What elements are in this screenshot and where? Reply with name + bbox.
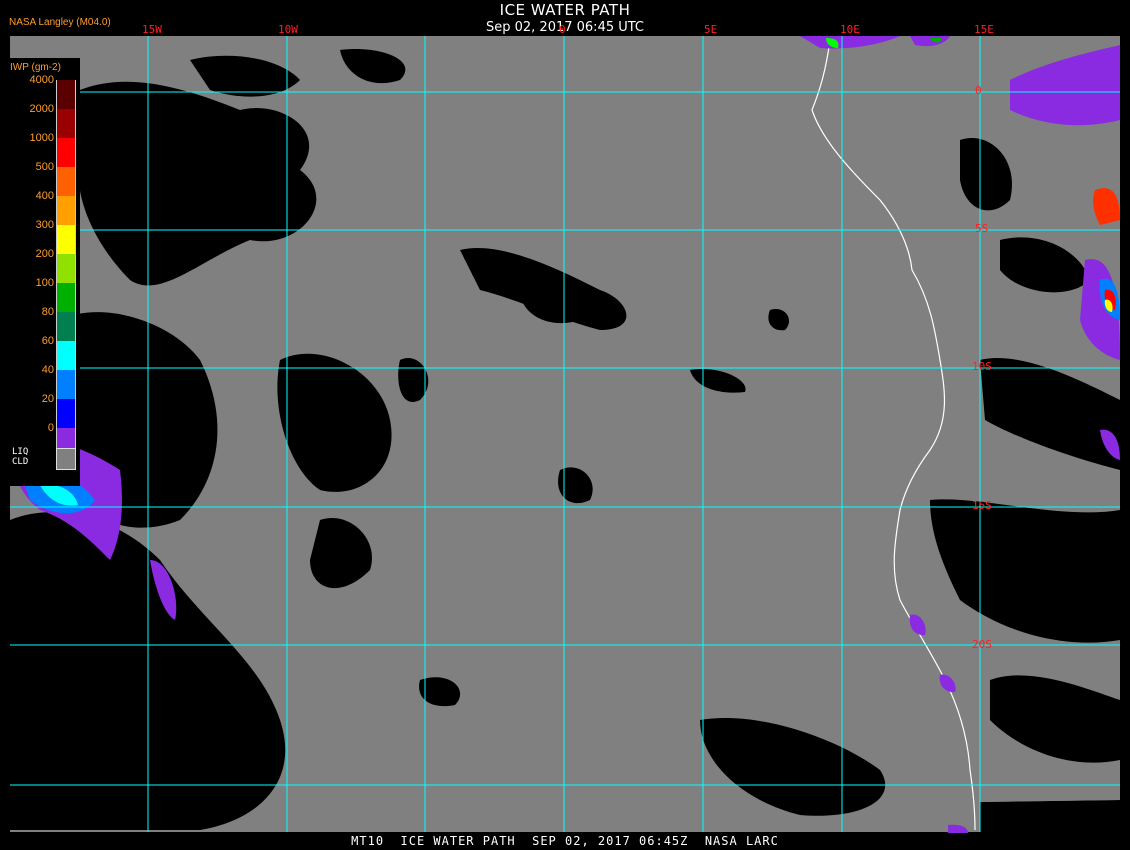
legend-unit: IWP (gm-2): [10, 62, 61, 73]
legend-swatch-2000: [56, 109, 76, 138]
legend-swatch-80: [56, 312, 76, 341]
legend-tick-1000: 1000: [29, 132, 54, 144]
legend-tick-400: 400: [35, 190, 54, 202]
legend-tick-0: 0: [47, 422, 54, 434]
legend-tick-500: 500: [35, 161, 54, 173]
legend-tick-40: 40: [41, 364, 54, 376]
legend-tick-20: 20: [41, 393, 54, 405]
legend-tick-80: 80: [41, 306, 54, 318]
legend-tick-4000: 4000: [29, 74, 54, 86]
lon-label-0: 0: [559, 23, 566, 36]
legend-swatch-20: [56, 399, 76, 428]
lat-label-10s: 10S: [972, 360, 992, 373]
lon-label-15w: 15W: [142, 23, 162, 36]
iwp-legend: IWP (gm-2) 4000 2000 1000 500 400 300 200 100 80…: [8, 58, 80, 486]
lon-label-5e: 5E: [704, 23, 718, 36]
lat-label-20s: 20S: [972, 638, 992, 651]
liquid-cloud-label-line1: LIQ: [12, 447, 29, 457]
legend-swatch-60: [56, 341, 76, 370]
legend-tick-300: 300: [35, 219, 54, 231]
legend-swatch-300: [56, 225, 76, 254]
legend-tick-2000: 2000: [29, 103, 54, 115]
legend-tick-100: 100: [35, 277, 54, 289]
legend-tick-200: 200: [35, 248, 54, 260]
legend-swatch-200: [56, 254, 76, 283]
liquid-cloud-label-line2: CLD: [12, 457, 29, 467]
legend-swatch-40: [56, 370, 76, 399]
lat-label-0: 0: [975, 84, 982, 97]
lon-label-10w: 10W: [278, 23, 298, 36]
map-title: ICE WATER PATH: [499, 1, 631, 19]
lat-label-5s: 5S: [975, 222, 989, 235]
source-label: NASA Langley (M04.0): [9, 17, 111, 28]
legend-swatch-500: [56, 167, 76, 196]
legend-swatch-100: [56, 283, 76, 312]
lon-label-15e: 15E: [974, 23, 994, 36]
footer-caption: MT10 ICE WATER PATH SEP 02, 2017 06:45Z …: [351, 834, 779, 848]
satellite-map: [0, 0, 1130, 850]
liquid-cloud-label: LIQ CLD: [12, 447, 28, 467]
lat-label-15s: 15S: [972, 499, 992, 512]
legend-swatch-400: [56, 196, 76, 225]
legend-swatch-1000: [56, 138, 76, 167]
liquid-cloud-swatch: [56, 448, 76, 470]
legend-tick-60: 60: [41, 335, 54, 347]
lon-label-10e: 10E: [840, 23, 860, 36]
legend-swatch-4000: [56, 80, 76, 109]
